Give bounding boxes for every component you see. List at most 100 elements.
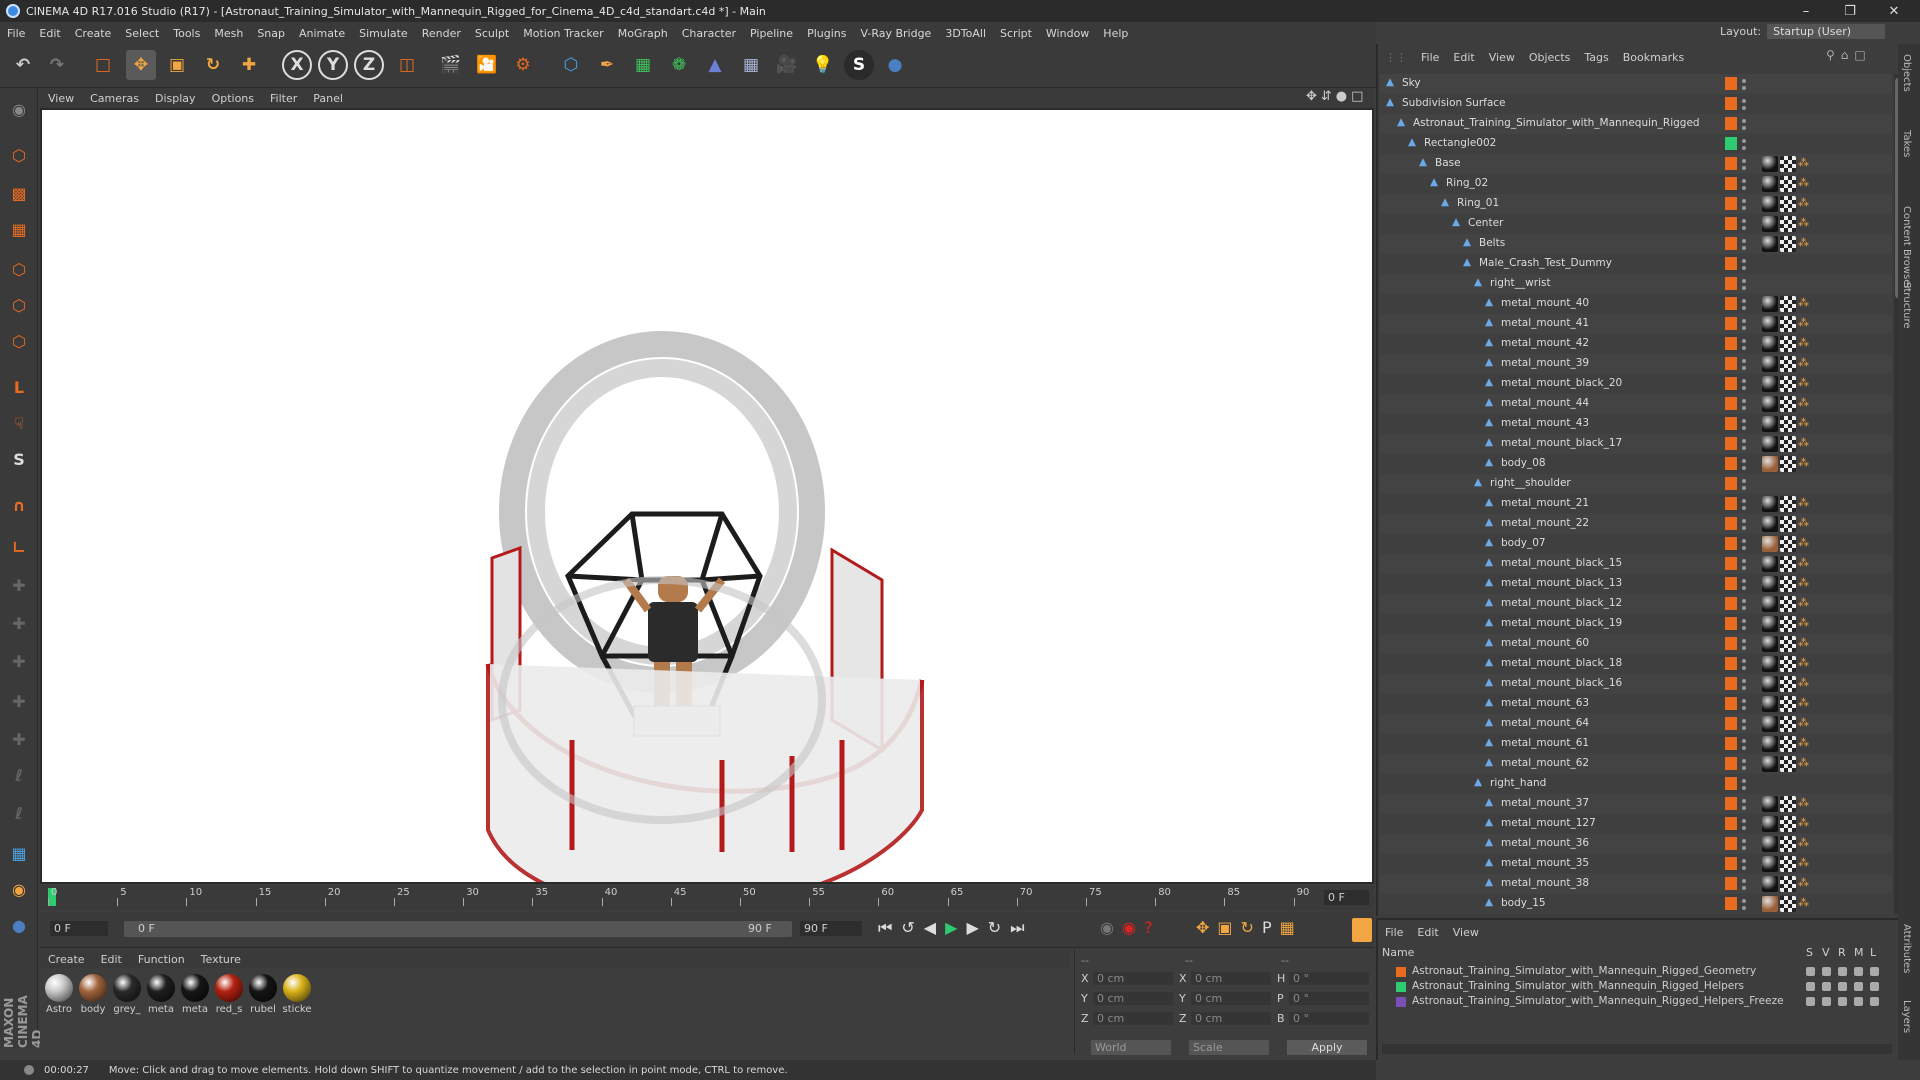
object-row[interactable]: ▲ metal_mount_black_17 ⁂ — [1380, 434, 1892, 454]
y-axis-lock-icon[interactable]: Y — [318, 50, 348, 80]
layer-color-icon[interactable] — [1725, 897, 1737, 910]
texture-tag-icon[interactable]: ⁂ — [1798, 596, 1814, 612]
material-tag-icon[interactable] — [1762, 756, 1778, 772]
material-swatch[interactable]: sticke — [282, 974, 312, 1015]
material-tag-icon[interactable] — [1762, 596, 1778, 612]
texture-tag-icon[interactable]: ⁂ — [1798, 896, 1814, 912]
editor-visibility-icon[interactable] — [1742, 599, 1746, 603]
editor-visibility-icon[interactable] — [1742, 699, 1746, 703]
layer-toggle-icon[interactable] — [1854, 982, 1863, 991]
editor-visibility-icon[interactable] — [1742, 579, 1746, 583]
editor-visibility-icon[interactable] — [1742, 559, 1746, 563]
layer-color-icon[interactable] — [1725, 437, 1737, 450]
rotation-field[interactable]: 0 ° — [1289, 992, 1369, 1005]
texture-tag-icon[interactable]: ⁂ — [1798, 416, 1814, 432]
undo-icon[interactable]: ↶ — [8, 50, 38, 80]
workplane-y-icon[interactable]: ✚ — [4, 686, 34, 716]
material-tag-icon[interactable] — [1762, 876, 1778, 892]
texture-tag-icon[interactable]: ⁂ — [1798, 576, 1814, 592]
viewport-menu-panel[interactable]: Panel — [305, 92, 351, 105]
menu-file[interactable]: File — [0, 27, 32, 40]
layer-toggle-icon[interactable] — [1838, 997, 1847, 1006]
layer-toggle-icon[interactable] — [1854, 967, 1863, 976]
uvw-tag-icon[interactable] — [1780, 676, 1796, 692]
render-visibility-icon[interactable] — [1742, 546, 1746, 550]
side-tab-layers[interactable]: Layers — [1901, 1000, 1912, 1033]
menu-plugins[interactable]: Plugins — [800, 27, 853, 40]
render-visibility-icon[interactable] — [1742, 426, 1746, 430]
material-tag-icon[interactable] — [1762, 356, 1778, 372]
layer-color-icon[interactable] — [1725, 157, 1737, 170]
render-visibility-icon[interactable] — [1742, 126, 1746, 130]
layer-color-icon[interactable] — [1725, 477, 1737, 490]
layer-color-icon[interactable] — [1725, 357, 1737, 370]
material-tag-icon[interactable] — [1762, 896, 1778, 912]
object-row[interactable]: ▲ body_07 ⁂ — [1380, 534, 1892, 554]
object-row[interactable]: ▲ body_15 ⁂ — [1380, 894, 1892, 914]
render-visibility-icon[interactable] — [1742, 646, 1746, 650]
object-row[interactable]: ▲ metal_mount_black_12 ⁂ — [1380, 594, 1892, 614]
floor-icon[interactable]: ▦ — [736, 50, 766, 80]
layer-toggle-icon[interactable] — [1870, 982, 1879, 991]
render-visibility-icon[interactable] — [1742, 606, 1746, 610]
layer-color-icon[interactable] — [1725, 657, 1737, 670]
layer-scrollbar[interactable] — [1382, 1044, 1892, 1054]
texture-mode-icon[interactable]: ▩ — [4, 178, 34, 208]
material-tag-icon[interactable] — [1762, 616, 1778, 632]
python-script-icon[interactable]: ● — [4, 910, 34, 940]
object-row[interactable]: ▲ metal_mount_39 ⁂ — [1380, 354, 1892, 374]
layer-color-icon[interactable] — [1725, 137, 1737, 150]
uvw-tag-icon[interactable] — [1780, 756, 1796, 772]
texture-tag-icon[interactable]: ⁂ — [1798, 536, 1814, 552]
texture-tag-icon[interactable]: ⁂ — [1798, 156, 1814, 172]
size-field[interactable]: 0 cm — [1191, 972, 1271, 985]
menu-edit[interactable]: Edit — [32, 27, 67, 40]
layer-color-icon[interactable] — [1725, 837, 1737, 850]
render-visibility-icon[interactable] — [1742, 386, 1746, 390]
editor-visibility-icon[interactable] — [1742, 879, 1746, 883]
object-row[interactable]: ▲ Subdivision Surface — [1380, 94, 1892, 114]
size-field[interactable]: 0 cm — [1191, 992, 1271, 1005]
editor-visibility-icon[interactable] — [1742, 299, 1746, 303]
object-row[interactable]: ▲ metal_mount_63 ⁂ — [1380, 694, 1892, 714]
render-visibility-icon[interactable] — [1742, 146, 1746, 150]
uvw-tag-icon[interactable] — [1780, 376, 1796, 392]
rotation-field[interactable]: 0 ° — [1289, 1012, 1369, 1025]
material-tag-icon[interactable] — [1762, 636, 1778, 652]
texture-tag-icon[interactable]: ⁂ — [1798, 396, 1814, 412]
layer-color-icon[interactable] — [1725, 117, 1737, 130]
object-row[interactable]: ▲ right__shoulder — [1380, 474, 1892, 494]
uvw-tag-icon[interactable] — [1780, 856, 1796, 872]
material-swatch[interactable]: grey_ — [112, 974, 142, 1015]
sculpt-icon[interactable]: S — [844, 50, 874, 80]
objects-menu-file[interactable]: File — [1414, 51, 1446, 64]
render-visibility-icon[interactable] — [1742, 346, 1746, 350]
render-visibility-icon[interactable] — [1742, 226, 1746, 230]
layer-color-icon[interactable] — [1725, 497, 1737, 510]
object-row[interactable]: ▲ metal_mount_35 ⁂ — [1380, 854, 1892, 874]
layer-color-icon[interactable] — [1725, 877, 1737, 890]
render-visibility-icon[interactable] — [1742, 266, 1746, 270]
editor-visibility-icon[interactable] — [1742, 499, 1746, 503]
object-row[interactable]: ▲ metal_mount_64 ⁂ — [1380, 714, 1892, 734]
uvw-tag-icon[interactable] — [1780, 736, 1796, 752]
hair-tool-icon[interactable]: ℓ — [4, 760, 34, 790]
material-tag-icon[interactable] — [1762, 856, 1778, 872]
editor-visibility-icon[interactable] — [1742, 399, 1746, 403]
model-mode-icon[interactable]: ⬡ — [4, 140, 34, 170]
editor-visibility-icon[interactable] — [1742, 99, 1746, 103]
editor-visibility-icon[interactable] — [1742, 159, 1746, 163]
material-tag-icon[interactable] — [1762, 836, 1778, 852]
layer-toggle-icon[interactable] — [1806, 967, 1815, 976]
layer-color-icon[interactable] — [1725, 617, 1737, 630]
uvw-tag-icon[interactable] — [1780, 796, 1796, 812]
editor-visibility-icon[interactable] — [1742, 659, 1746, 663]
maximize-icon[interactable]: ❐ — [1828, 0, 1872, 22]
render-visibility-icon[interactable] — [1742, 886, 1746, 890]
render-visibility-icon[interactable] — [1742, 786, 1746, 790]
3d-viewport[interactable] — [40, 108, 1374, 912]
texture-tag-icon[interactable]: ⁂ — [1798, 656, 1814, 672]
material-swatch[interactable]: body — [78, 974, 108, 1015]
editor-visibility-icon[interactable] — [1742, 719, 1746, 723]
transform-tool-icon[interactable]: ✚ — [234, 50, 264, 80]
